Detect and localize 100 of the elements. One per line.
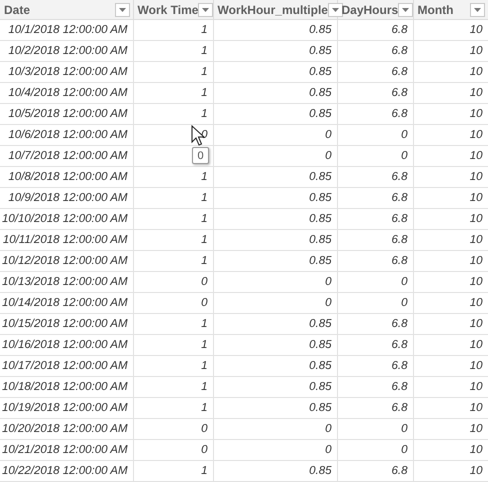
table-cell: 10 bbox=[470, 108, 482, 120]
table-cell: 0.85 bbox=[309, 339, 332, 351]
table-cell: 0.85 bbox=[309, 108, 332, 120]
table-cell: 0 bbox=[201, 276, 208, 288]
table-cell: 0.85 bbox=[309, 318, 332, 330]
table-cell: 10 bbox=[470, 234, 482, 246]
filter-dropdown-button[interactable] bbox=[328, 2, 343, 16]
column-header[interactable]: Date bbox=[4, 2, 30, 16]
table-cell: 6.8 bbox=[392, 45, 408, 57]
caret-icon bbox=[474, 8, 480, 12]
tooltip: 0 bbox=[192, 147, 209, 164]
table-cell: 10 bbox=[470, 465, 482, 477]
table-cell: 1 bbox=[201, 171, 208, 183]
table-cell: 10 bbox=[470, 423, 482, 435]
table-cell: 10/11/2018 12:00:00 AM bbox=[2, 234, 128, 246]
table-cell: 0.85 bbox=[309, 45, 332, 57]
table-cell: 10 bbox=[470, 129, 482, 141]
table-cell: 10 bbox=[470, 339, 482, 351]
table-cell: 0 bbox=[325, 276, 332, 288]
table-cell: 10 bbox=[470, 444, 482, 456]
table-cell: 6.8 bbox=[392, 234, 408, 246]
table-cell: 0 bbox=[325, 297, 332, 309]
table-cell: 0 bbox=[401, 276, 408, 288]
table-cell: 10 bbox=[470, 213, 482, 225]
table-cell: 1 bbox=[201, 381, 208, 393]
table-cell: 10 bbox=[470, 87, 482, 99]
caret-icon bbox=[202, 8, 210, 12]
table-cell: 1 bbox=[201, 402, 208, 414]
table-cell: 6.8 bbox=[392, 213, 408, 225]
table-cell: 0.85 bbox=[309, 87, 332, 99]
table-cell: 10/8/2018 12:00:00 AM bbox=[8, 171, 128, 183]
table-cell: 6.8 bbox=[392, 255, 408, 267]
table-cell: 0 bbox=[325, 423, 332, 435]
table-cell: 10/5/2018 12:00:00 AM bbox=[8, 108, 128, 120]
table-cell: 10/7/2018 12:00:00 AM bbox=[8, 150, 128, 162]
table-cell: 10/14/2018 12:00:00 AM bbox=[2, 297, 128, 309]
table-cell: 6.8 bbox=[392, 339, 408, 351]
table-cell: 10 bbox=[470, 66, 482, 78]
table-cell: 0 bbox=[401, 129, 408, 141]
table-cell: 0.85 bbox=[309, 66, 332, 78]
table-cell: 10/2/2018 12:00:00 AM bbox=[8, 45, 128, 57]
table-cell: 0 bbox=[401, 423, 408, 435]
table-cell: 0.85 bbox=[309, 255, 332, 267]
filter-dropdown-button[interactable] bbox=[470, 2, 484, 16]
table-cell: 0.85 bbox=[309, 381, 332, 393]
table-cell: 10/1/2018 12:00:00 AM bbox=[8, 24, 128, 36]
table-cell: 6.8 bbox=[392, 87, 408, 99]
table-cell: 10/15/2018 12:00:00 AM bbox=[2, 318, 128, 330]
caret-icon bbox=[332, 8, 339, 12]
table-cell: 10/20/2018 12:00:00 AM bbox=[2, 423, 128, 435]
table-cell: 6.8 bbox=[392, 318, 408, 330]
table-cell: 1 bbox=[201, 234, 208, 246]
table-cell: 6.8 bbox=[392, 402, 408, 414]
table-cell: 10/3/2018 12:00:00 AM bbox=[8, 66, 128, 78]
table-cell: 10 bbox=[470, 276, 482, 288]
table-cell: 0 bbox=[325, 444, 332, 456]
table-cell: 1 bbox=[201, 255, 208, 267]
table-cell: 6.8 bbox=[392, 381, 408, 393]
table-cell: 6.8 bbox=[392, 465, 408, 477]
table-cell: 0.85 bbox=[309, 213, 332, 225]
table-cell: 1 bbox=[201, 24, 208, 36]
table-cell: 10/16/2018 12:00:00 AM bbox=[2, 339, 128, 351]
table-cell: 0.85 bbox=[309, 24, 332, 36]
table-cell: 1 bbox=[201, 465, 208, 477]
table-cell: 1 bbox=[201, 213, 208, 225]
table-cell: 10/9/2018 12:00:00 AM bbox=[8, 192, 128, 204]
table-cell: 10/19/2018 12:00:00 AM bbox=[2, 402, 128, 414]
table-cell: 1 bbox=[201, 318, 208, 330]
table-cell: 1 bbox=[201, 360, 208, 372]
caret-icon bbox=[118, 8, 126, 12]
table-cell: 0.85 bbox=[309, 465, 332, 477]
table-cell: 0 bbox=[201, 297, 208, 309]
table-cell: 1 bbox=[201, 66, 208, 78]
table-cell: 10/6/2018 12:00:00 AM bbox=[8, 129, 128, 141]
table-cell: 0 bbox=[201, 444, 208, 456]
table-cell: 10 bbox=[470, 45, 482, 57]
table-cell: 10 bbox=[470, 150, 482, 162]
table-cell: 1 bbox=[201, 339, 208, 351]
table-cell: 10 bbox=[470, 297, 482, 309]
table-cell: 10 bbox=[470, 402, 482, 414]
table-cell: 0.85 bbox=[309, 234, 332, 246]
table-cell: 6.8 bbox=[392, 171, 408, 183]
caret-icon bbox=[402, 8, 410, 12]
table-cell: 0.85 bbox=[309, 360, 332, 372]
filter-dropdown-button[interactable] bbox=[114, 2, 130, 16]
table-cell: 10 bbox=[470, 192, 482, 204]
table-cell: 0 bbox=[325, 150, 332, 162]
filter-dropdown-button[interactable] bbox=[398, 2, 414, 16]
table-cell: 1 bbox=[201, 45, 208, 57]
table-cell: 0.85 bbox=[309, 171, 332, 183]
table-cell: 1 bbox=[201, 108, 208, 120]
table-cell: 0 bbox=[401, 444, 408, 456]
table-cell: 10 bbox=[470, 381, 482, 393]
table-cell: 0.85 bbox=[309, 192, 332, 204]
table-cell: 6.8 bbox=[392, 360, 408, 372]
table-cell: 10 bbox=[470, 318, 482, 330]
table-cell: 0.85 bbox=[309, 402, 332, 414]
table-cell: 10 bbox=[470, 255, 482, 267]
table-cell: 10/4/2018 12:00:00 AM bbox=[8, 87, 128, 99]
filter-dropdown-button[interactable] bbox=[198, 2, 214, 16]
